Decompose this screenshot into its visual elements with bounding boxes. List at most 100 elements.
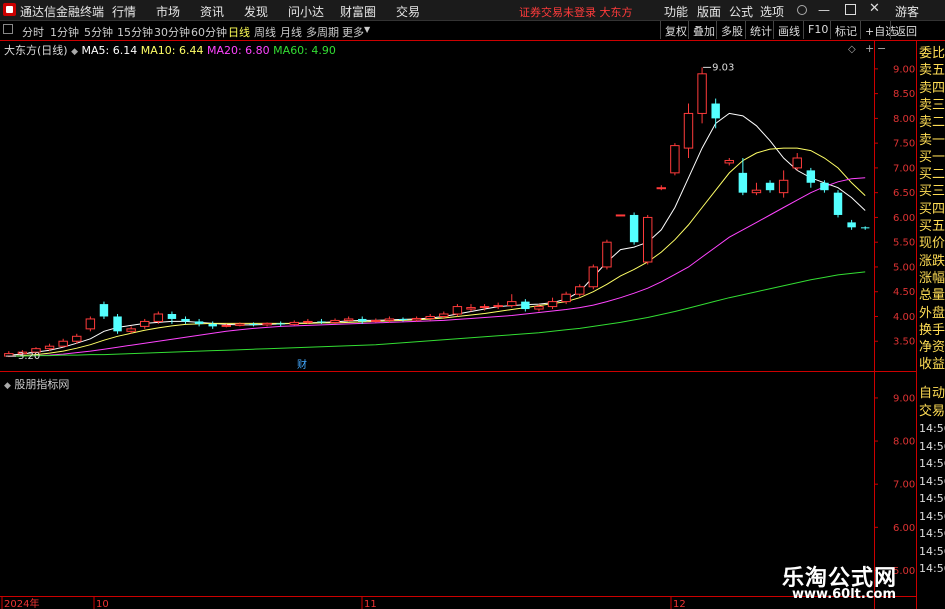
candle-up bbox=[670, 145, 680, 174]
x-tick-label: 10 bbox=[96, 599, 109, 609]
y-tick-label: 7.00 bbox=[893, 163, 915, 174]
ma-line-ma20 bbox=[8, 177, 866, 357]
candle-up bbox=[371, 319, 381, 322]
candle-down bbox=[521, 301, 530, 310]
candle-up bbox=[656, 187, 667, 190]
candle-down bbox=[194, 321, 204, 324]
candle-up bbox=[751, 189, 762, 194]
candle-down bbox=[806, 170, 816, 183]
candle-up bbox=[289, 321, 299, 325]
side-label: 涨幅 bbox=[919, 270, 945, 286]
x-tick-label: 11 bbox=[364, 599, 377, 609]
y-tick-label: 5.50 bbox=[893, 238, 915, 249]
side-label: 涨跌 bbox=[919, 253, 945, 269]
side-label: 委比 bbox=[919, 46, 945, 61]
side-label: 卖五 bbox=[919, 63, 945, 79]
candle-up bbox=[58, 340, 68, 347]
side-label: 卖二 bbox=[919, 115, 945, 131]
candle-up bbox=[72, 335, 82, 342]
candle-up bbox=[792, 157, 802, 169]
candle-up bbox=[425, 315, 435, 319]
trade-time: 14:56 bbox=[919, 474, 945, 488]
side-label: 卖三 bbox=[919, 97, 945, 113]
side-label: 总量 bbox=[919, 288, 945, 304]
side-label: 现价 bbox=[919, 236, 945, 252]
candle-up bbox=[561, 293, 571, 303]
trade-time: 14:56 bbox=[919, 527, 945, 540]
trade-time: 14:56 bbox=[919, 492, 945, 505]
finance-marker: 财 bbox=[297, 358, 307, 371]
candle-down bbox=[113, 316, 122, 332]
candle-up bbox=[778, 179, 789, 194]
candle-up bbox=[724, 159, 734, 164]
candle-down bbox=[847, 222, 856, 228]
side-label: 收益 bbox=[919, 357, 945, 373]
candle-up bbox=[534, 306, 544, 310]
candle-up bbox=[575, 286, 585, 295]
candle-up bbox=[221, 324, 232, 327]
low-annotation: 3.20 bbox=[18, 351, 40, 362]
indicator-y-tick-label: 7.00 bbox=[893, 480, 915, 491]
ma-line-ma60 bbox=[8, 271, 866, 357]
candle-up bbox=[262, 322, 272, 326]
x-tick-label: 12 bbox=[673, 599, 686, 609]
trade-time: 14:56 bbox=[919, 439, 945, 453]
indicator-y-tick-label: 8.00 bbox=[893, 437, 915, 448]
candle-up bbox=[153, 313, 164, 322]
x-tick-label: 2024年 bbox=[4, 597, 39, 609]
candle-up bbox=[343, 318, 354, 321]
y-tick-label: 6.00 bbox=[893, 213, 915, 224]
candle-up bbox=[588, 266, 599, 288]
y-tick-label: 7.50 bbox=[893, 139, 915, 150]
trade-time: 14:56 bbox=[919, 509, 945, 523]
candle-up bbox=[697, 73, 707, 114]
candle-down bbox=[249, 323, 258, 325]
candle-down bbox=[820, 182, 829, 191]
candle-down bbox=[181, 318, 190, 322]
side-label: 卖四 bbox=[919, 80, 945, 96]
candle-down bbox=[711, 103, 720, 119]
candle-up bbox=[507, 301, 517, 307]
indicator-y-tick-label: 9.00 bbox=[893, 393, 915, 404]
kline-chart[interactable]: 9.00 8.50 8.00 7.50 7.00 6.50 6.00 5.50 5.00 4.50… bbox=[0, 0, 945, 609]
watermark-url: www.60lt.com bbox=[792, 587, 897, 602]
y-tick-label: 8.50 bbox=[893, 89, 915, 100]
candle-down bbox=[358, 318, 367, 322]
trade-time: 14:56 bbox=[919, 562, 945, 575]
trade-time: 14:56 bbox=[919, 457, 945, 470]
y-tick-label: 8.00 bbox=[893, 114, 915, 125]
candle-up bbox=[642, 216, 653, 263]
candle-up bbox=[384, 318, 395, 321]
candle-up bbox=[466, 307, 476, 310]
candle-up bbox=[44, 345, 55, 350]
candle-down bbox=[860, 227, 870, 229]
candle-up bbox=[439, 313, 449, 317]
side-label: 换手 bbox=[919, 322, 945, 338]
side-label: 外盘 bbox=[919, 305, 945, 321]
candle-up bbox=[602, 241, 612, 268]
side-label[interactable]: 自动 bbox=[919, 386, 945, 401]
candle-up bbox=[547, 301, 558, 308]
candle-up bbox=[479, 306, 490, 309]
y-tick-label: 6.50 bbox=[893, 188, 915, 199]
trade-time: 14:56 bbox=[919, 544, 945, 558]
side-label: 净资 bbox=[919, 340, 945, 356]
trade-time: 14:56 bbox=[919, 422, 945, 435]
candle-down bbox=[629, 214, 639, 243]
y-tick-label: 3.50 bbox=[893, 337, 915, 348]
candle-down bbox=[738, 172, 748, 193]
side-label[interactable]: 交易 bbox=[919, 404, 945, 419]
candle-up bbox=[303, 320, 313, 323]
candle-up bbox=[330, 319, 340, 323]
candle-down bbox=[398, 318, 408, 320]
candle-down bbox=[833, 192, 843, 215]
side-label: 买一 bbox=[919, 149, 945, 165]
candle-down bbox=[765, 182, 775, 191]
candle-up bbox=[411, 317, 422, 321]
candle-up bbox=[452, 306, 463, 315]
candle-up bbox=[615, 214, 626, 217]
y-tick-label: 5.00 bbox=[893, 262, 915, 273]
high-annotation: 9.03 bbox=[712, 62, 734, 73]
candle-up bbox=[85, 318, 96, 330]
candle-up bbox=[235, 323, 245, 326]
